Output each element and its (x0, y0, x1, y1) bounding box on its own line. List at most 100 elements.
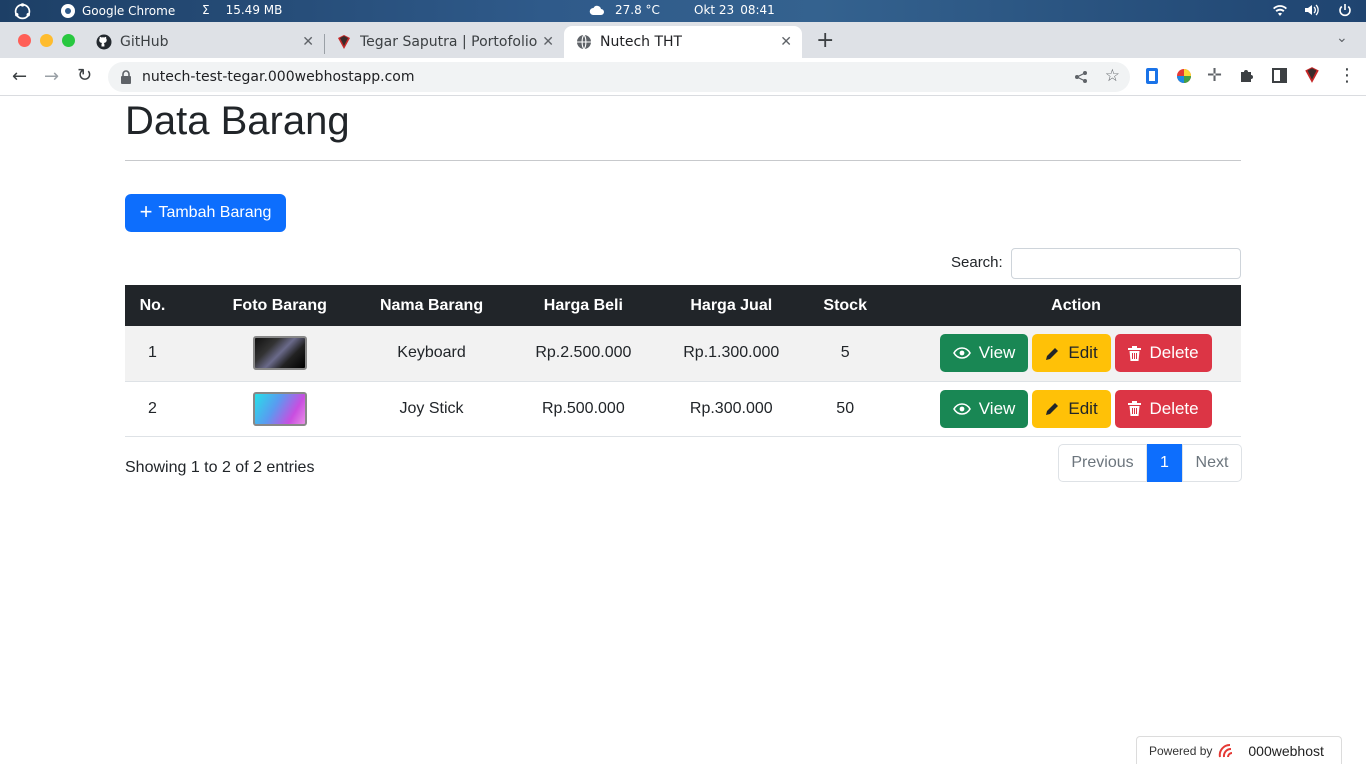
forward-icon[interactable]: → (44, 66, 59, 87)
tab-nutech[interactable]: Nutech THT ✕ (564, 26, 802, 58)
cell-harga-beli: Rp.2.500.000 (535, 344, 632, 362)
powered-by-label: Powered by (1149, 743, 1213, 758)
pagination-next[interactable]: Next (1182, 444, 1242, 482)
pencil-icon (1046, 403, 1059, 415)
pencil-icon (1046, 347, 1059, 360)
page-title: Data Barang (125, 99, 350, 143)
delete-button[interactable]: Delete (1115, 389, 1213, 428)
tab-search-chevron-icon[interactable]: ⌄ (1336, 30, 1348, 46)
color-picker-extension-icon[interactable] (1176, 68, 1192, 88)
column-header-no[interactable]: No. (125, 285, 180, 326)
eye-icon (952, 347, 971, 360)
cell-no: 1 (148, 344, 157, 362)
table-row: 1 Keyboard Rp.2.500.000 Rp.1.300.000 5 V… (125, 326, 1241, 381)
column-header-nama[interactable]: Nama Barang (380, 285, 484, 326)
edit-button[interactable]: Edit (1032, 334, 1112, 373)
000webhost-logo-icon (1219, 743, 1233, 757)
clock-date: Okt 23 (694, 3, 735, 17)
eye-icon (952, 402, 971, 415)
column-header-action: Action (1051, 296, 1101, 314)
powered-by-badge[interactable]: Powered by 000webhost (1136, 736, 1342, 764)
edit-label: Edit (1068, 398, 1098, 418)
volume-icon (1305, 4, 1319, 16)
browser-toolbar: ← → ↻ nutech-test-tegar.000webhostapp.co… (0, 58, 1366, 96)
back-icon[interactable]: ← (12, 66, 27, 87)
system-tray[interactable] (1272, 3, 1352, 17)
cell-no: 2 (148, 399, 157, 417)
share-icon[interactable] (1074, 70, 1088, 84)
edit-button[interactable]: Edit (1032, 389, 1112, 428)
weather-indicator[interactable]: 27.8 °C (589, 3, 660, 17)
view-label: View (978, 343, 1016, 363)
cell-harga-jual: Rp.300.000 (689, 399, 773, 417)
browser-menu-icon[interactable]: ⋮ (1338, 65, 1356, 86)
minimize-window-button[interactable] (40, 34, 53, 47)
close-tab-icon[interactable]: ✕ (780, 34, 792, 50)
pagination-previous[interactable]: Previous (1058, 444, 1147, 482)
delete-label: Delete (1149, 398, 1199, 418)
cell-action: View Edit Delete (911, 326, 1241, 381)
keyboard-thumbnail[interactable] (252, 336, 307, 371)
bookmark-star-icon[interactable]: ☆ (1105, 66, 1120, 86)
column-header-foto[interactable]: Foto Barang (180, 285, 380, 326)
ruler-extension-icon[interactable]: ✛ (1207, 65, 1222, 86)
column-header-stock[interactable]: Stock (779, 285, 911, 326)
cell-harga-jual: Rp.1.300.000 (683, 344, 780, 362)
cell-stock: 5 (840, 344, 850, 362)
view-button[interactable]: View (940, 334, 1029, 373)
pagination-page-current[interactable]: 1 (1147, 444, 1182, 482)
power-icon (1339, 4, 1351, 17)
delete-button[interactable]: Delete (1115, 334, 1213, 373)
globe-icon (577, 34, 591, 50)
cell-nama: Joy Stick (399, 399, 464, 417)
reload-icon[interactable]: ↻ (77, 65, 92, 86)
lock-icon (121, 70, 131, 84)
trash-icon (1128, 401, 1142, 416)
cell-foto (180, 326, 380, 381)
extension-page-icon[interactable] (1145, 67, 1159, 89)
view-button[interactable]: View (940, 389, 1029, 428)
close-tab-icon[interactable]: ✕ (302, 34, 314, 50)
add-item-button[interactable]: + Tambah Barang (125, 194, 286, 232)
cell-stock: 50 (836, 399, 855, 417)
weather-value: 27.8 °C (615, 3, 660, 17)
ubuntu-logo-icon[interactable] (14, 3, 31, 20)
tab-portfolio[interactable]: Tegar Saputra | Portofolio ✕ (324, 26, 564, 58)
close-window-button[interactable] (18, 34, 31, 47)
clock[interactable]: Okt 23 08:41 (694, 3, 775, 17)
edit-label: Edit (1068, 343, 1098, 363)
extensions-puzzle-icon[interactable] (1239, 67, 1255, 87)
wifi-icon (1273, 5, 1287, 16)
pagination: Previous 1 Next (1058, 444, 1242, 482)
page-content: Data Barang + Tambah Barang Search: No. … (0, 97, 1366, 764)
tab-github[interactable]: GitHub ✕ (84, 26, 324, 58)
search-label: Search: (951, 254, 1003, 271)
search-input[interactable] (1011, 248, 1241, 279)
title-divider (125, 160, 1241, 161)
maximize-window-button[interactable] (62, 34, 75, 47)
powered-by-brand: 000webhost (1248, 742, 1324, 759)
os-top-bar: Google Chrome Σ 15.49 MB 27.8 °C Okt 23 … (0, 0, 1366, 22)
active-app[interactable]: Google Chrome (60, 3, 175, 19)
side-panel-icon[interactable] (1272, 68, 1287, 87)
portfolio-favicon-icon (338, 35, 350, 49)
view-label: View (978, 398, 1016, 418)
url-text: nutech-test-tegar.000webhostapp.com (142, 69, 415, 85)
cell-foto (180, 381, 380, 436)
memory-indicator[interactable]: Σ 15.49 MB (202, 3, 282, 17)
profile-avatar-icon[interactable] (1303, 66, 1321, 88)
tab-title: Nutech THT (600, 34, 683, 50)
cell-harga-beli: Rp.500.000 (541, 399, 625, 417)
trash-icon (1128, 345, 1142, 361)
table-header-row: No. Foto Barang Nama Barang Harga Beli H… (125, 285, 1241, 326)
joystick-thumbnail[interactable] (252, 391, 307, 426)
active-app-name: Google Chrome (82, 4, 176, 18)
close-tab-icon[interactable]: ✕ (542, 34, 554, 50)
column-header-harga-jual[interactable]: Harga Jual (683, 285, 779, 326)
new-tab-icon[interactable]: + (816, 28, 834, 53)
address-bar[interactable]: nutech-test-tegar.000webhostapp.com ☆ (108, 62, 1130, 92)
add-item-label: Tambah Barang (158, 204, 272, 221)
cloud-icon (589, 5, 604, 15)
plus-icon: + (139, 199, 153, 224)
column-header-harga-beli[interactable]: Harga Beli (483, 285, 683, 326)
